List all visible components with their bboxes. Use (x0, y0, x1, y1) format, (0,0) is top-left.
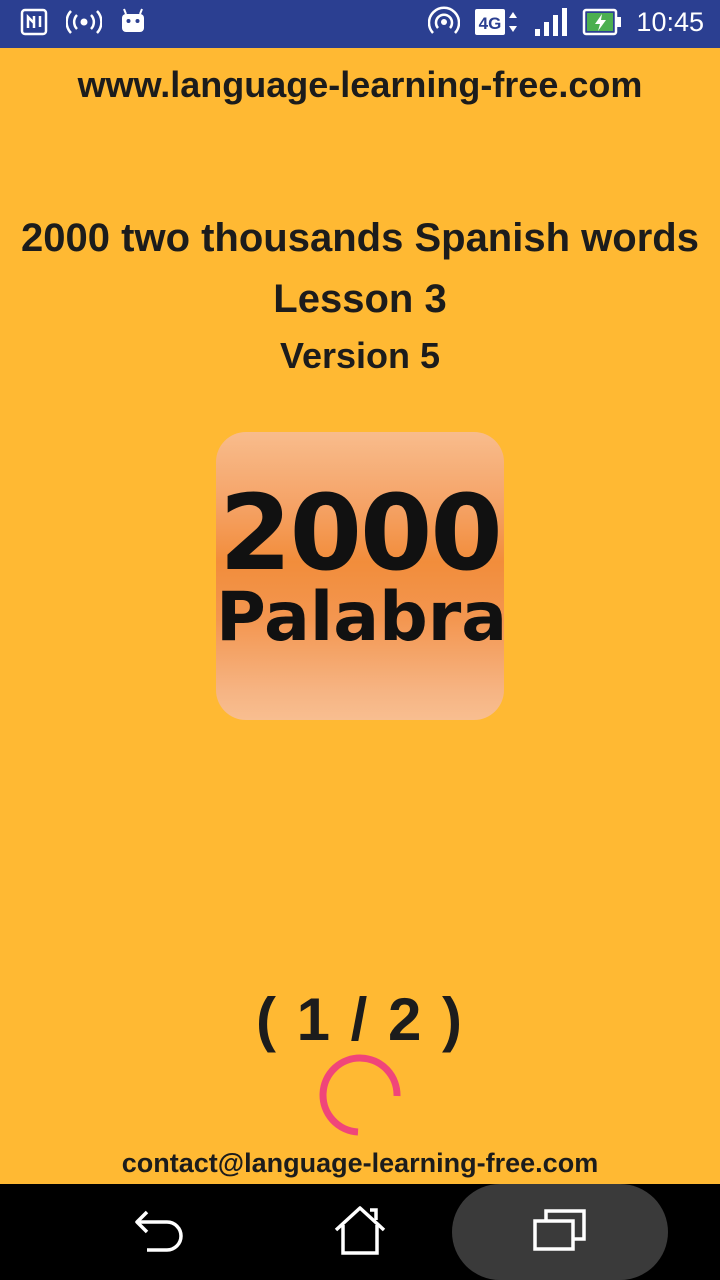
home-button[interactable] (310, 1184, 410, 1280)
logo-number: 2000 (219, 472, 502, 594)
wireless-broadcast-icon (66, 8, 102, 36)
signal-icon (534, 7, 568, 37)
home-icon (332, 1204, 388, 1261)
logo-word: Palabra (216, 578, 504, 657)
page-counter: ( 1 / 2 ) (255, 986, 465, 1053)
hotspot-icon (428, 6, 461, 38)
lesson-label: Lesson 3 (273, 277, 447, 321)
navigation-bar (0, 1184, 720, 1280)
page-title: 2000 two thousands Spanish words (21, 216, 699, 260)
status-bar: 4G 10:45 (0, 0, 720, 48)
back-button[interactable] (110, 1184, 210, 1280)
recents-icon (532, 1207, 588, 1258)
back-icon (133, 1206, 187, 1259)
recents-button[interactable] (452, 1184, 668, 1280)
network-type-label: 4G (479, 14, 502, 33)
battery-charging-icon (582, 8, 622, 36)
contact-email[interactable]: contact@language-learning-free.com (0, 1148, 720, 1179)
website-url[interactable]: www.language-learning-free.com (0, 64, 720, 106)
loading-spinner-icon (318, 1054, 402, 1138)
android-icon (120, 8, 146, 36)
app-logo: 2000 Palabra (216, 432, 504, 720)
version-label: Version 5 (279, 335, 441, 376)
status-clock: 10:45 (636, 6, 704, 37)
nfc-icon (20, 8, 48, 36)
4g-icon: 4G (474, 7, 520, 37)
